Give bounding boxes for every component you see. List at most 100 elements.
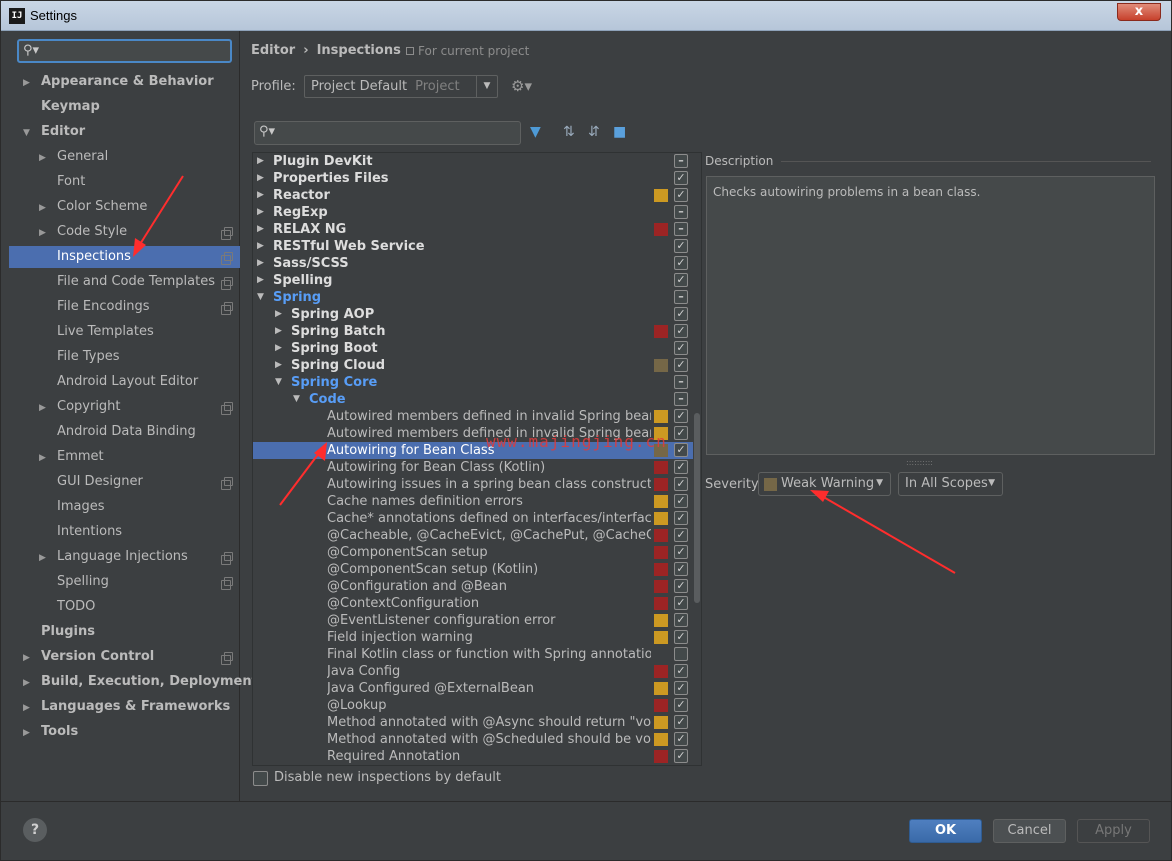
sidebar-item[interactable]: ▶ Tools: [23, 721, 78, 743]
sidebar-item[interactable]: Android Data Binding: [39, 421, 196, 443]
sidebar-item[interactable]: Font: [39, 171, 85, 193]
expand-right-icon[interactable]: ▶: [257, 170, 264, 187]
inspection-row[interactable]: Java Config ✓: [253, 663, 693, 680]
inspection-tree[interactable]: Required Annotation ✓ Method annotated wit…: [252, 152, 702, 766]
inspection-checkbox[interactable]: ✓: [674, 307, 688, 321]
settings-search-input[interactable]: ⚲▾: [17, 39, 232, 63]
inspection-checkbox[interactable]: ✓: [674, 358, 688, 372]
expand-right-icon[interactable]: ▶: [39, 197, 49, 219]
apply-button[interactable]: Apply: [1077, 819, 1150, 843]
expand-right-icon[interactable]: ▶: [39, 222, 49, 244]
inspection-checkbox[interactable]: ✓: [674, 171, 688, 185]
inspection-row[interactable]: @ContextConfiguration ✓: [253, 595, 693, 612]
inspection-checkbox[interactable]: ✓: [674, 324, 688, 338]
expand-all-icon[interactable]: ⇅: [563, 124, 575, 140]
expand-right-icon[interactable]: ▶: [275, 340, 282, 357]
inspection-search-input[interactable]: ⚲▾: [254, 121, 521, 145]
sidebar-item[interactable]: File and Code Templates: [39, 271, 215, 293]
inspection-row[interactable]: ▶ Spring Cloud ✓: [253, 357, 693, 374]
sidebar-item[interactable]: ▼ Editor: [23, 121, 85, 143]
inspection-row[interactable]: @Configuration and @Bean ✓: [253, 578, 693, 595]
inspection-checkbox[interactable]: –: [674, 205, 688, 219]
inspection-row[interactable]: Method annotated with @Async should retu…: [253, 714, 693, 731]
inspection-checkbox[interactable]: –: [674, 290, 688, 304]
inspection-row[interactable]: ▶ Reactor ✓: [253, 187, 693, 204]
inspection-checkbox[interactable]: –: [674, 392, 688, 406]
inspection-row[interactable]: ▶ Spelling ✓: [253, 272, 693, 289]
inspection-checkbox[interactable]: ✓: [674, 545, 688, 559]
inspection-row[interactable]: ▶ Spring Batch ✓: [253, 323, 693, 340]
inspection-row[interactable]: Cache names definition errors ✓: [253, 493, 693, 510]
close-button[interactable]: x: [1117, 3, 1161, 21]
expand-down-icon[interactable]: ▼: [293, 391, 300, 408]
inspection-row[interactable]: @EventListener configuration error ✓: [253, 612, 693, 629]
inspection-checkbox[interactable]: ✓: [674, 341, 688, 355]
inspection-checkbox[interactable]: ✓: [674, 239, 688, 253]
inspection-checkbox[interactable]: ✓: [674, 443, 688, 457]
expand-down-icon[interactable]: ▼: [257, 289, 264, 306]
inspection-checkbox[interactable]: ✓: [674, 698, 688, 712]
inspection-row[interactable]: ▶ Spring AOP ✓: [253, 306, 693, 323]
expand-right-icon[interactable]: ▶: [257, 153, 264, 170]
sidebar-item[interactable]: TODO: [39, 596, 95, 618]
inspection-checkbox[interactable]: ✓: [674, 477, 688, 491]
inspection-checkbox[interactable]: ✓: [674, 630, 688, 644]
sidebar-item[interactable]: Spelling: [39, 571, 109, 593]
gear-icon[interactable]: ⚙▾: [511, 77, 532, 95]
inspection-checkbox[interactable]: ✓: [674, 732, 688, 746]
inspection-checkbox[interactable]: ✓: [674, 256, 688, 270]
sidebar-item[interactable]: ▶ Emmet: [39, 446, 104, 468]
inspection-row[interactable]: ▼ Spring Core –: [253, 374, 693, 391]
reset-to-defaults-icon[interactable]: ■: [613, 124, 626, 140]
inspection-row[interactable]: @ComponentScan setup ✓: [253, 544, 693, 561]
inspection-checkbox[interactable]: ✓: [674, 681, 688, 695]
sidebar-item[interactable]: Live Templates: [39, 321, 154, 343]
inspection-checkbox[interactable]: [674, 647, 688, 661]
scope-select[interactable]: In All Scopes ▼: [898, 472, 1003, 496]
inspection-checkbox[interactable]: ✓: [674, 460, 688, 474]
sidebar-item[interactable]: ▶ Version Control: [23, 646, 154, 668]
expand-right-icon[interactable]: ▶: [275, 306, 282, 323]
inspection-row[interactable]: @Lookup ✓: [253, 697, 693, 714]
severity-select[interactable]: Weak Warning ▼: [758, 472, 891, 496]
inspection-row[interactable]: Final Kotlin class or function with Spri…: [253, 646, 693, 663]
inspection-row[interactable]: Required Annotation ✓: [253, 748, 693, 765]
inspection-row[interactable]: Autowiring issues in a spring bean class…: [253, 476, 693, 493]
inspection-row[interactable]: ▶ Plugin DevKit –: [253, 153, 693, 170]
inspection-row[interactable]: Java Configured @ExternalBean ✓: [253, 680, 693, 697]
inspection-checkbox[interactable]: –: [674, 154, 688, 168]
inspection-checkbox[interactable]: ✓: [674, 426, 688, 440]
sidebar-item[interactable]: Android Layout Editor: [39, 371, 198, 393]
inspection-checkbox[interactable]: –: [674, 375, 688, 389]
sidebar-item[interactable]: ▶ Appearance & Behavior: [23, 71, 214, 93]
sidebar-item[interactable]: Keymap: [23, 96, 100, 118]
disable-new-inspections-checkbox[interactable]: [253, 771, 268, 786]
expand-right-icon[interactable]: ▶: [39, 447, 49, 469]
expand-right-icon[interactable]: ▶: [39, 547, 49, 569]
inspection-row[interactable]: Autowired members defined in invalid Spr…: [253, 408, 693, 425]
sidebar-item[interactable]: Intentions: [39, 521, 122, 543]
sidebar-item[interactable]: File Types: [39, 346, 120, 368]
expand-right-icon[interactable]: ▶: [23, 722, 33, 744]
expand-right-icon[interactable]: ▶: [257, 221, 264, 238]
inspection-row[interactable]: ▼ Spring –: [253, 289, 693, 306]
inspection-checkbox[interactable]: –: [674, 222, 688, 236]
title-bar[interactable]: IJ Settings x: [1, 1, 1171, 31]
expand-right-icon[interactable]: ▶: [257, 238, 264, 255]
inspection-checkbox[interactable]: ✓: [674, 562, 688, 576]
inspection-checkbox[interactable]: ✓: [674, 511, 688, 525]
inspection-checkbox[interactable]: ✓: [674, 494, 688, 508]
expand-right-icon[interactable]: ▶: [257, 272, 264, 289]
expand-right-icon[interactable]: ▶: [39, 147, 49, 169]
inspection-checkbox[interactable]: ✓: [674, 409, 688, 423]
sidebar-item[interactable]: File Encodings: [39, 296, 150, 318]
sidebar-item[interactable]: GUI Designer: [39, 471, 143, 493]
inspection-checkbox[interactable]: ✓: [674, 613, 688, 627]
expand-right-icon[interactable]: ▶: [257, 187, 264, 204]
inspection-row[interactable]: ▶ RegExp –: [253, 204, 693, 221]
help-button[interactable]: ?: [23, 818, 47, 842]
inspection-row[interactable]: Autowiring for Bean Class (Kotlin) ✓: [253, 459, 693, 476]
inspection-row[interactable]: Field injection warning ✓: [253, 629, 693, 646]
inspection-checkbox[interactable]: ✓: [674, 579, 688, 593]
sidebar-item[interactable]: ▶ Languages & Frameworks: [23, 696, 230, 718]
